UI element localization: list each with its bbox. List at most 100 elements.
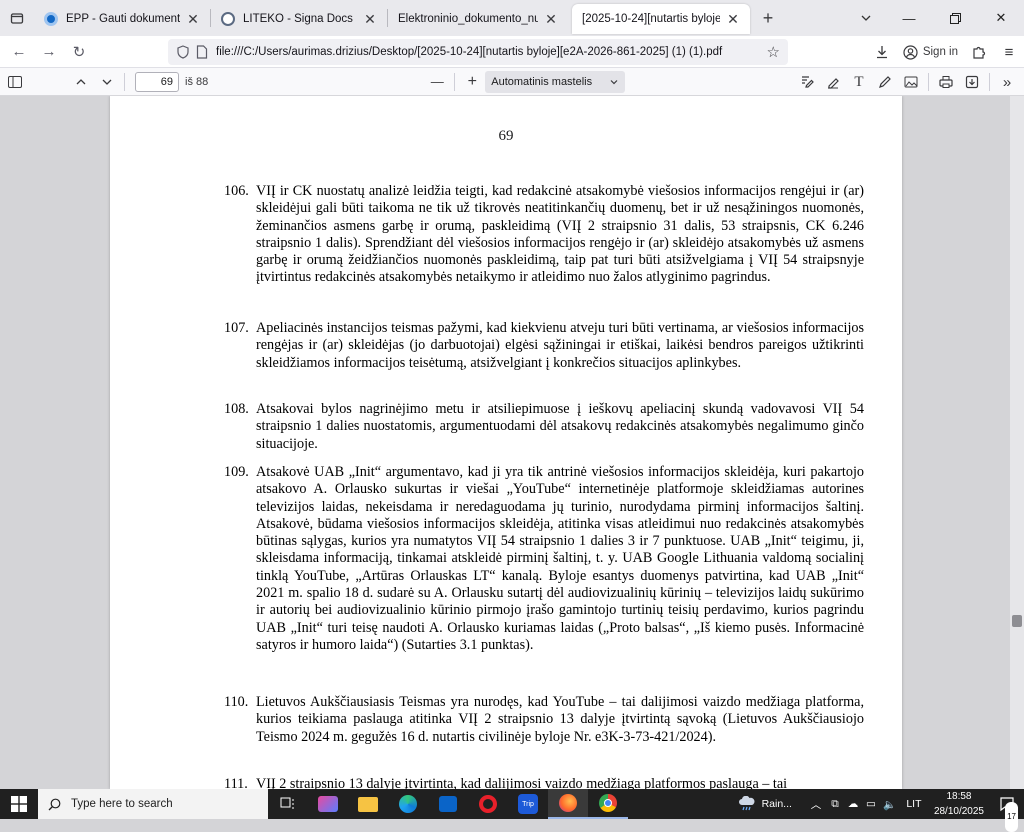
- menu-button[interactable]: ≡: [994, 38, 1024, 66]
- restore-button[interactable]: [932, 0, 978, 36]
- scrollbar-thumb[interactable]: [1012, 615, 1022, 627]
- page-number-header: 69: [498, 128, 514, 144]
- previous-page-button[interactable]: [68, 70, 94, 94]
- image-button[interactable]: [898, 70, 924, 94]
- zoom-select-value: Automatinis mastelis: [491, 75, 593, 88]
- print-button[interactable]: [933, 70, 959, 94]
- window-controls: — ✕: [846, 0, 1024, 36]
- zoom-out-button[interactable]: —: [424, 70, 450, 94]
- save-button[interactable]: [959, 70, 985, 94]
- clock-time: 18:58: [946, 790, 972, 802]
- taskbar-app-photos[interactable]: [308, 789, 348, 819]
- tab-epp[interactable]: EPP - Gauti dokumentai ✕: [34, 4, 210, 34]
- reload-button[interactable]: ↻: [64, 38, 94, 66]
- clock[interactable]: 18:58 28/10/2025: [928, 789, 990, 819]
- taskbar-search-box[interactable]: Type here to search: [38, 789, 268, 819]
- task-view-button[interactable]: [268, 789, 308, 819]
- minus-icon: —: [430, 74, 444, 89]
- plus-icon: +: [762, 7, 774, 28]
- taskbar-app-explorer[interactable]: [348, 789, 388, 819]
- globe-icon: [221, 12, 235, 26]
- arrow-right-icon: →: [41, 43, 57, 60]
- forward-button[interactable]: →: [34, 38, 64, 66]
- taskbar-app-edge[interactable]: [388, 789, 428, 819]
- page-number-input[interactable]: 69: [135, 71, 179, 92]
- language-indicator[interactable]: LIT: [900, 789, 928, 819]
- url-bar[interactable]: file:///C:/Users/aurimas.drizius/Desktop…: [168, 39, 788, 65]
- edit-pdf-button[interactable]: [794, 70, 820, 94]
- pdf-viewer[interactable]: 69 106. VIĮ ir CK nuostatų analizė leidž…: [0, 96, 1024, 789]
- text-tool-button[interactable]: T: [846, 70, 872, 94]
- image-icon: [904, 76, 918, 88]
- tab-title: LITEKO - Signa Docs: [243, 13, 353, 25]
- close-tab-icon[interactable]: ✕: [186, 11, 200, 28]
- chevron-down-icon: [102, 79, 112, 85]
- task-view-icon: [280, 797, 294, 809]
- chevron-down-icon: [861, 15, 871, 21]
- close-tab-icon[interactable]: ✕: [726, 11, 740, 28]
- shield-icon: [177, 45, 189, 59]
- sidebar-icon: [8, 75, 22, 88]
- close-tab-icon[interactable]: ✕: [544, 11, 558, 28]
- tab-nuorasas[interactable]: Elektroninio_dokumento_nuorašas ( ✕: [388, 4, 568, 34]
- tray-app-icon[interactable]: ⧉: [826, 789, 844, 819]
- new-tab-button[interactable]: +: [754, 4, 782, 32]
- next-page-button[interactable]: [94, 70, 120, 94]
- tab-title: [2025-10-24][nutartis byloje][e2A-2: [582, 13, 720, 25]
- extensions-button[interactable]: [964, 38, 994, 66]
- chrome-icon: [599, 794, 617, 812]
- notifications-button[interactable]: 17: [990, 789, 1024, 832]
- highlight-button[interactable]: [820, 70, 846, 94]
- more-tools-button[interactable]: »: [994, 70, 1020, 94]
- pdf-page: 69 106. VIĮ ir CK nuostatų analizė leidž…: [110, 96, 902, 789]
- chevron-up-icon: [76, 78, 86, 84]
- close-window-button[interactable]: ✕: [978, 0, 1024, 36]
- zoom-select[interactable]: Automatinis mastelis: [485, 70, 626, 93]
- paragraph-number: 110.: [224, 694, 249, 710]
- sign-in-button[interactable]: Sign in: [897, 38, 964, 66]
- minimize-button[interactable]: —: [886, 0, 932, 36]
- weather-widget[interactable]: Rain...: [732, 789, 798, 819]
- cloud-icon: ☁: [847, 798, 859, 810]
- taskbar-app-outlook[interactable]: [428, 789, 468, 819]
- sidebar-toggle-button[interactable]: [2, 70, 28, 94]
- page-total-label: iš 88: [185, 75, 209, 88]
- show-hidden-icons-button[interactable]: ︿: [806, 789, 826, 819]
- volume-button[interactable]: 🔈: [880, 789, 900, 819]
- taskbar-app-opera[interactable]: [468, 789, 508, 819]
- tray-cloud-button[interactable]: ☁: [844, 789, 862, 819]
- draw-button[interactable]: [872, 70, 898, 94]
- tab-active-pdf[interactable]: [2025-10-24][nutartis byloje][e2A-2 ✕: [572, 4, 750, 34]
- paragraph-107: 107. Apeliacinės instancijos teismas paž…: [224, 320, 864, 372]
- photos-app-icon: [318, 796, 338, 812]
- double-chevron-right-icon: »: [1002, 73, 1012, 91]
- network-button[interactable]: ▭: [862, 789, 880, 819]
- paragraph-text: Atsakovė UAB „Init“ argumentavo, kad ji …: [256, 464, 864, 653]
- puzzle-icon: [973, 46, 986, 59]
- text-tool-icon: T: [854, 73, 864, 90]
- start-button[interactable]: [0, 789, 38, 819]
- tab-overflow-button[interactable]: [846, 0, 886, 36]
- taskbar-app-firefox[interactable]: [548, 789, 588, 819]
- downloads-button[interactable]: [867, 38, 897, 66]
- bookmark-star-icon[interactable]: ☆: [767, 43, 780, 61]
- pen-icon: [879, 76, 891, 88]
- navigation-toolbar: ← → ↻ file:///C:/Users/aurimas.drizius/D…: [0, 36, 1024, 68]
- hamburger-menu-icon: ≡: [1004, 43, 1014, 61]
- paragraph-text: Atsakovai bylos nagrinėjimo metu ir atsi…: [256, 401, 864, 452]
- back-button[interactable]: ←: [4, 38, 34, 66]
- pdf-toolbar-right: T »: [794, 68, 1024, 96]
- paragraph-text: Apeliacinės instancijos teismas pažymi, …: [256, 320, 864, 371]
- vertical-scrollbar[interactable]: [1010, 96, 1024, 789]
- toolbar-separator: [928, 73, 929, 91]
- taskbar-app-chrome[interactable]: [588, 789, 628, 819]
- tab-liteko[interactable]: LITEKO - Signa Docs ✕: [211, 4, 387, 34]
- taskbar-app-trip[interactable]: Trip: [508, 789, 548, 819]
- rain-cloud-icon: [738, 796, 755, 811]
- windows-logo-icon: [11, 796, 27, 812]
- paragraph-108: 108. Atsakovai bylos nagrinėjimo metu ir…: [224, 401, 864, 453]
- tab-list-button[interactable]: [0, 0, 34, 36]
- close-tab-icon[interactable]: ✕: [363, 11, 377, 28]
- zoom-in-button[interactable]: +: [459, 70, 485, 94]
- tab-list-icon: [10, 13, 24, 24]
